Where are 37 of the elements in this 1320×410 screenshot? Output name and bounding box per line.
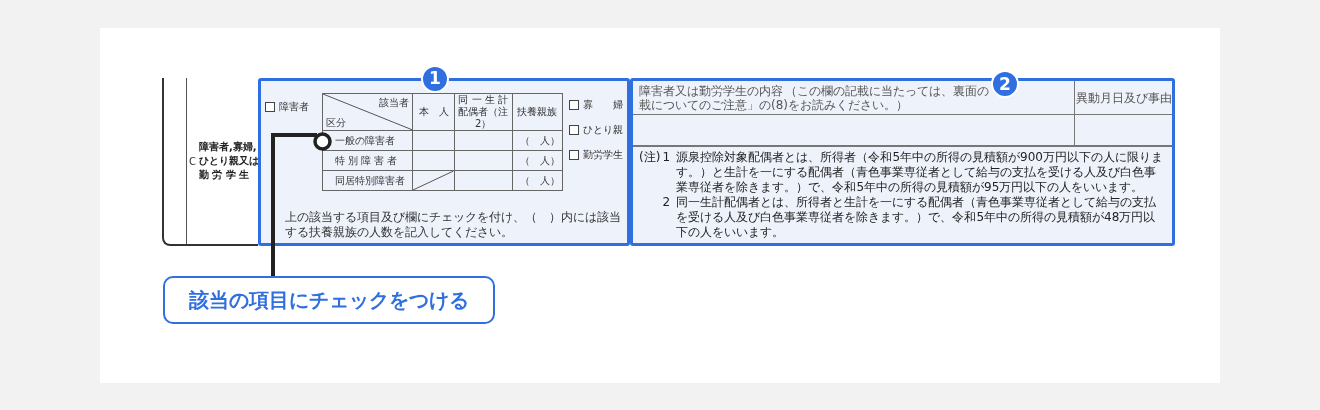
table-header-cell: 同 一 生 計 配偶者（注2） bbox=[454, 93, 513, 131]
heading-note: 載についてのご注意」の(8)をお読みください。） bbox=[639, 98, 908, 112]
table-cell: （ 人） bbox=[512, 150, 563, 171]
column-heading: 異動月日及び事由 bbox=[1075, 89, 1172, 107]
table-cell: （ 人） bbox=[512, 130, 563, 151]
diagonal-line bbox=[413, 171, 454, 190]
row-heading: ひとり親又は bbox=[199, 154, 259, 168]
row-heading: 障害者,寡婦, bbox=[199, 140, 258, 154]
pointer-circle bbox=[312, 132, 332, 151]
callout-label: 該当の項目にチェックをつける bbox=[163, 276, 495, 324]
heading-note: （この欄の記載に当たっては、裏面の bbox=[785, 84, 989, 98]
row-label: 同居特別障害者 bbox=[322, 170, 413, 191]
row-heading: 勤 労 学 生 bbox=[199, 168, 251, 182]
step-number-badge: 2 bbox=[991, 70, 1019, 98]
section-letter: C bbox=[189, 154, 196, 169]
checkbox-label: 寡 婦 bbox=[583, 98, 623, 112]
checkbox[interactable] bbox=[265, 101, 275, 112]
instruction-text: 上の該当する項目及び欄にチェックを付け、（ ）内には該当する扶養親族の人数を記入してください。 bbox=[284, 210, 622, 240]
table-cell: （ 人） bbox=[512, 170, 563, 191]
checkbox-label: 勤労学生 bbox=[583, 148, 623, 162]
note-prefix: (注) bbox=[639, 150, 661, 166]
note-number: 1 bbox=[662, 150, 671, 166]
checkbox-label: ひとり親 bbox=[583, 123, 623, 137]
checkbox[interactable] bbox=[569, 99, 579, 110]
header-label: 該当者 bbox=[379, 96, 410, 110]
column-heading: 障害者又は勤労学生の内容 bbox=[639, 84, 783, 98]
note-text: 源泉控除対象配偶者とは、所得者（令和5年中の所得の見積額が900万円以下の人に限ります。）と生計を一にする配偶者（青色事業専従者として給与の支払を受ける人及び白色事業専従者を除きます。）で、令和5年中の所得の見積額が95万円以下の人をいいます。 bbox=[676, 150, 1164, 195]
step-number-badge: 1 bbox=[421, 65, 449, 93]
table-header-cell: 本 人 bbox=[412, 93, 455, 131]
checkbox-label: 障害者 bbox=[279, 100, 309, 114]
note-text: 同一生計配偶者とは、所得者と生計を一にする配偶者（青色事業専従者として給与の支払を受ける人及び白色事業専従者を除きます。）で、令和5年中の所得の見積額が48万円以下の人をいいます。 bbox=[676, 195, 1158, 240]
note-number: 2 bbox=[662, 195, 671, 211]
header-label: 区分 bbox=[325, 116, 346, 130]
table-header-cell: 扶養親族 bbox=[512, 93, 563, 131]
row-label: 特 別 障 害 者 bbox=[322, 150, 413, 171]
checkbox[interactable] bbox=[569, 124, 579, 135]
checkbox[interactable] bbox=[569, 149, 579, 160]
